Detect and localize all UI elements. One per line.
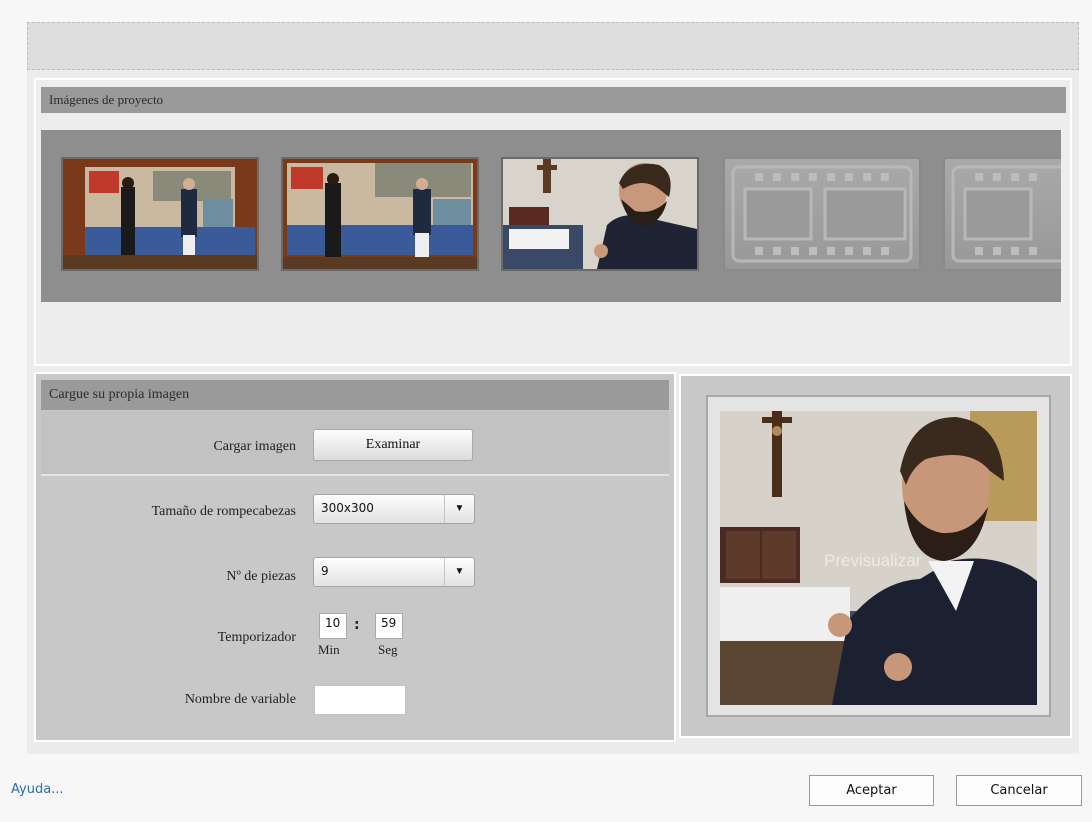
film-strip-icon[interactable] bbox=[943, 157, 1061, 271]
project-images-panel: Imágenes de proyecto bbox=[34, 78, 1072, 366]
timer-label: Temporizador bbox=[217, 630, 296, 645]
dropdown-arrow-icon: ▼ bbox=[444, 495, 474, 523]
thumbnail-3[interactable] bbox=[501, 157, 699, 271]
help-link[interactable]: Ayuda... bbox=[11, 782, 64, 797]
preview-frame: Previsualizar bbox=[706, 395, 1051, 717]
browse-button[interactable]: Examinar bbox=[313, 429, 473, 461]
preview-label: Previsualizar bbox=[824, 551, 922, 570]
timer-separator: : bbox=[354, 617, 360, 633]
cancel-button[interactable]: Cancelar bbox=[956, 775, 1082, 806]
minutes-unit-label: Min bbox=[318, 642, 340, 657]
preview-panel: Previsualizar bbox=[679, 374, 1072, 738]
film-strip-icon[interactable] bbox=[723, 157, 921, 271]
project-images-title: Imágenes de proyecto bbox=[41, 87, 1066, 113]
pieces-label: Nº de piezas bbox=[226, 569, 296, 584]
seconds-unit-label: Seg bbox=[378, 642, 398, 657]
pieces-value: 9 bbox=[321, 564, 329, 578]
dropdown-arrow-icon: ▼ bbox=[444, 558, 474, 586]
top-toolbar-strip bbox=[27, 22, 1079, 70]
thumbnail-2[interactable] bbox=[281, 157, 479, 271]
puzzle-size-label: Tamaño de rompecabezas bbox=[151, 504, 296, 519]
load-image-label: Cargar imagen bbox=[213, 439, 296, 454]
upload-image-panel: Cargue su propia imagen Cargar imagen Ex… bbox=[34, 372, 676, 742]
variable-name-input[interactable] bbox=[314, 685, 406, 715]
puzzle-size-select[interactable]: 300x300 ▼ bbox=[313, 494, 475, 524]
thumbnail-1[interactable] bbox=[61, 157, 259, 271]
timer-seconds-input[interactable]: 59 bbox=[375, 613, 403, 639]
preview-image: Previsualizar bbox=[720, 411, 1037, 705]
variable-name-label: Nombre de variable bbox=[184, 692, 296, 707]
timer-minutes-input[interactable]: 10 bbox=[319, 613, 347, 639]
thumbnail-strip[interactable] bbox=[41, 130, 1061, 302]
puzzle-size-value: 300x300 bbox=[321, 501, 374, 515]
pieces-select[interactable]: 9 ▼ bbox=[313, 557, 475, 587]
accept-button[interactable]: Aceptar bbox=[809, 775, 934, 806]
upload-image-title: Cargue su propia imagen bbox=[41, 380, 669, 410]
